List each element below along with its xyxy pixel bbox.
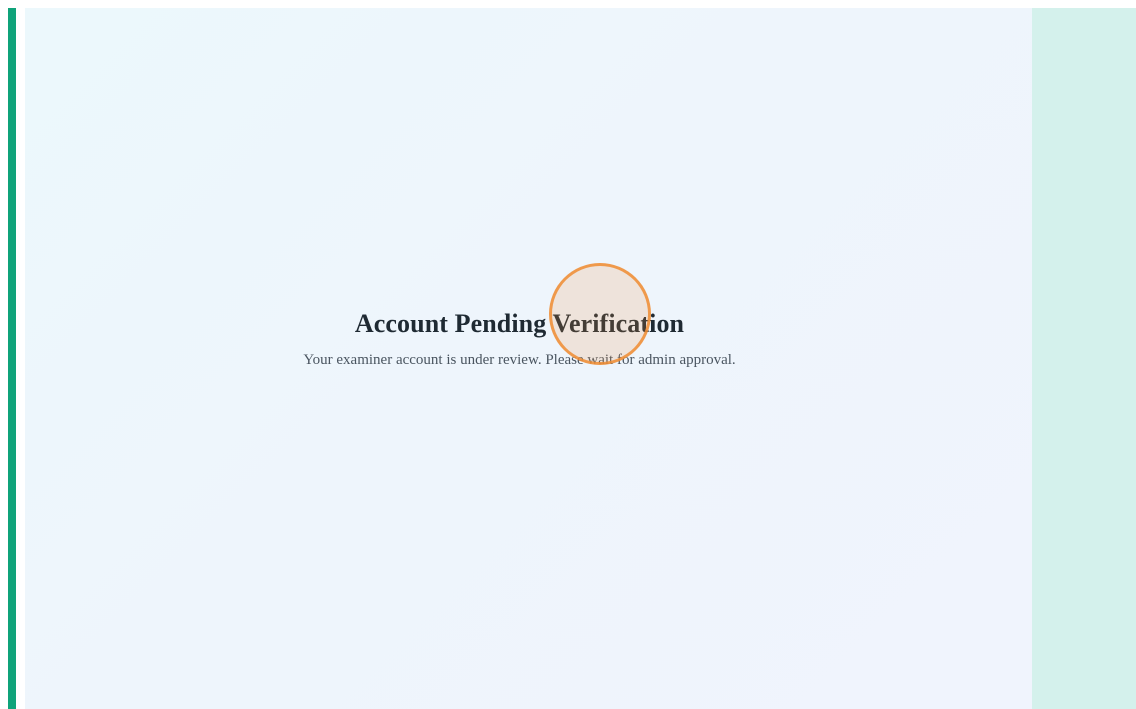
main-content: Account Pending Verification Your examin… — [25, 8, 1032, 709]
status-description: Your examiner account is under review. P… — [303, 352, 736, 368]
app-window: Account Pending Verification Your examin… — [0, 0, 1136, 709]
page-title: Account Pending Verification — [354, 309, 685, 338]
pending-verification-message: Account Pending Verification Your examin… — [16, 308, 1023, 370]
sidebar-accent-bar — [8, 8, 16, 709]
right-side-panel — [1032, 8, 1136, 709]
